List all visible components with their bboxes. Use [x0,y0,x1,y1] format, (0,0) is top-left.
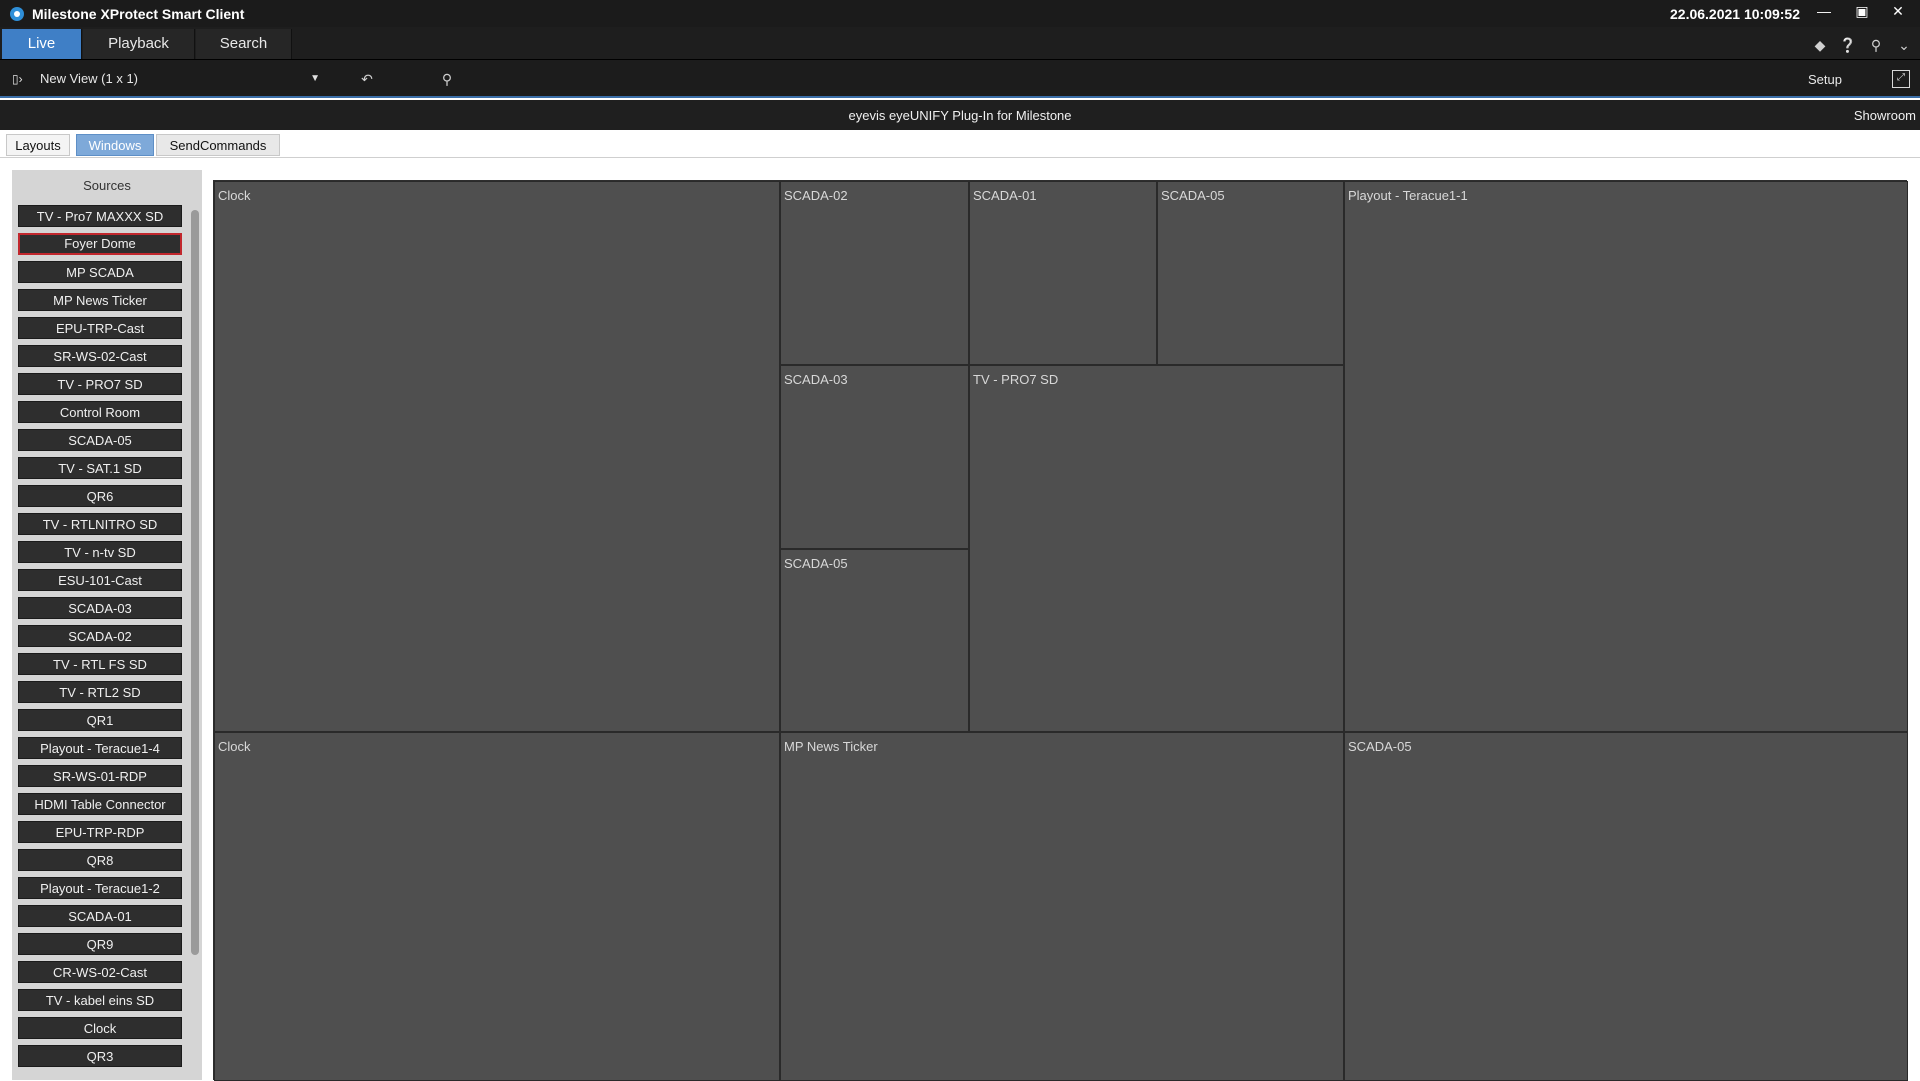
view-switch-icon[interactable]: ▯› [12,71,32,87]
subtab-windows[interactable]: Windows [76,134,154,156]
sources-panel: Sources TV - Pro7 MAXXX SD Foyer Dome MP S… [12,170,202,1080]
app-title: Milestone XProtect Smart Client [32,5,245,22]
source-button[interactable]: SR-WS-01-RDP [18,765,182,787]
source-button[interactable]: TV - RTL2 SD [18,681,182,703]
milestone-logo-icon [10,6,24,21]
fullscreen-icon[interactable]: ⤢ [1892,70,1910,88]
source-button[interactable]: SCADA-02 [18,625,182,647]
source-button[interactable]: Clock [18,1017,182,1039]
wall-window[interactable]: SCADA-03 [780,365,969,549]
source-button[interactable]: QR3 [18,1045,182,1067]
source-button[interactable]: SCADA-05 [18,429,182,451]
wall-window-label: SCADA-03 [784,372,848,387]
wall-window[interactable]: Clock [214,181,780,732]
source-button[interactable]: SCADA-03 [18,597,182,619]
wall-window-label: Clock [218,188,251,203]
source-button[interactable]: QR8 [18,849,182,871]
wall-window-label: MP News Ticker [784,739,878,754]
source-button[interactable]: MP News Ticker [18,289,182,311]
pin-icon[interactable]: ⚲ [1866,35,1886,55]
wall-window-label: SCADA-05 [784,556,848,571]
minimize-icon[interactable]: — [1808,0,1840,24]
source-button[interactable]: TV - PRO7 SD [18,373,182,395]
source-button[interactable]: EPU-TRP-RDP [18,821,182,843]
wall-window[interactable]: SCADA-05 [780,549,969,732]
source-button[interactable]: TV - n-tv SD [18,541,182,563]
setup-button[interactable]: Setup [1808,72,1842,87]
plugin-title: eyevis eyeUNIFY Plug-In for Milestone [848,108,1072,123]
maximize-icon[interactable]: ▣ [1846,0,1878,24]
source-button[interactable]: Control Room [18,401,182,423]
source-button[interactable]: TV - kabel eins SD [18,989,182,1011]
sources-list: TV - Pro7 MAXXX SD Foyer Dome MP SCADA MP N… [18,205,184,1073]
source-button[interactable]: TV - RTLNITRO SD [18,513,182,535]
wall-window-label: Clock [218,739,251,754]
source-button[interactable]: SCADA-01 [18,905,182,927]
wall-window[interactable]: Clock [214,732,780,1081]
main-tab-bar: Live Playback Search ◆ ❔ ⚲ ⌄ [0,27,1920,60]
view-name: New View (1 x 1) [40,71,139,86]
datetime-display: 22.06.2021 10:09:52 [1670,6,1800,22]
wall-window[interactable]: Playout - Teracue1-1 [1344,181,1908,732]
wall-window[interactable]: SCADA-05 [1344,732,1908,1081]
plugin-header: eyevis eyeUNIFY Plug-In for Milestone Sh… [0,100,1920,130]
source-button[interactable]: SR-WS-02-Cast [18,345,182,367]
view-selector[interactable]: New View (1 x 1) ▼ [40,68,325,90]
help-icon[interactable]: ❔ [1838,35,1858,55]
wall-window[interactable]: SCADA-05 [1157,181,1344,365]
source-button[interactable]: QR6 [18,485,182,507]
source-button[interactable]: ESU-101-Cast [18,569,182,591]
source-button[interactable]: QR9 [18,933,182,955]
sources-header: Sources [83,178,131,193]
view-toolbar: ▯› New View (1 x 1) ▼ ↶ ⚲ Setup ⤢ [0,60,1920,98]
undo-icon[interactable]: ↶ [357,70,377,88]
close-icon[interactable]: ✕ [1882,0,1914,24]
tab-playback[interactable]: Playback [83,29,195,59]
source-button[interactable]: EPU-TRP-Cast [18,317,182,339]
subtab-layouts[interactable]: Layouts [6,134,70,156]
title-bar: Milestone XProtect Smart Client 22.06.20… [0,0,1920,27]
source-button[interactable]: Playout - Teracue1-2 [18,877,182,899]
source-button[interactable]: TV - SAT.1 SD [18,457,182,479]
connection-icon[interactable]: ◆ [1810,35,1830,55]
wall-window-label: SCADA-01 [973,188,1037,203]
wall-window-label: SCADA-02 [784,188,848,203]
subtab-sendcommands[interactable]: SendCommands [156,134,280,156]
video-wall-canvas[interactable]: Clock SCADA-02 SCADA-01 SCADA-05 Playout - T… [213,180,1908,1081]
tab-live[interactable]: Live [2,29,82,59]
source-button[interactable]: HDMI Table Connector [18,793,182,815]
wall-window[interactable]: SCADA-01 [969,181,1157,365]
source-button[interactable]: Foyer Dome [18,233,182,255]
search-frame-icon[interactable]: ⚲ [437,70,457,88]
plugin-subtabs: Layouts Windows SendCommands [0,130,1920,158]
room-name: Showroom [1853,108,1916,123]
tab-search[interactable]: Search [196,29,292,59]
wall-window[interactable]: MP News Ticker [780,732,1344,1081]
wall-window-label: TV - PRO7 SD [973,372,1059,387]
chevron-down-icon[interactable]: ⌄ [1894,35,1914,55]
source-button[interactable]: TV - Pro7 MAXXX SD [18,205,182,227]
dropdown-arrow-icon: ▼ [310,73,320,84]
source-button[interactable]: MP SCADA [18,261,182,283]
source-button[interactable]: QR1 [18,709,182,731]
source-button[interactable]: TV - RTL FS SD [18,653,182,675]
source-button[interactable]: CR-WS-02-Cast [18,961,182,983]
wall-window-label: SCADA-05 [1348,739,1412,754]
sources-scrollbar[interactable] [191,210,199,955]
wall-window-label: SCADA-05 [1161,188,1225,203]
wall-window[interactable]: TV - PRO7 SD [969,365,1344,732]
wall-window-label: Playout - Teracue1-1 [1348,188,1468,203]
source-button[interactable]: Playout - Teracue1-4 [18,737,182,759]
wall-window[interactable]: SCADA-02 [780,181,969,365]
